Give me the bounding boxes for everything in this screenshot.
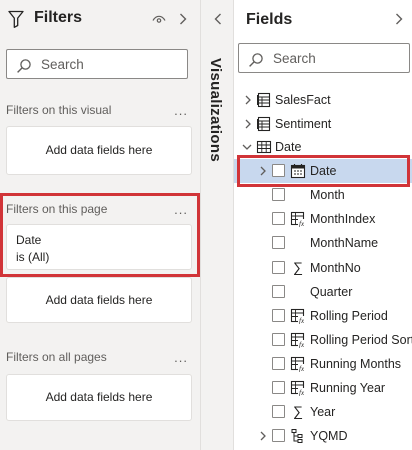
field-row-monthindex[interactable]: fx MonthIndex — [234, 207, 412, 231]
page-filter-card-date[interactable]: Date is (All) — [6, 224, 192, 270]
svg-text:fx: fx — [299, 317, 305, 324]
field-row-monthname[interactable]: MonthName — [234, 231, 412, 255]
table-icon — [256, 116, 272, 132]
svg-text:fx: fx — [299, 220, 305, 227]
filters-on-visual-drop-well[interactable]: Add data fields here — [6, 126, 192, 175]
collapse-fields-chevron-icon[interactable] — [394, 11, 404, 27]
calculated-column-icon: fx — [290, 308, 306, 324]
table-salesfact[interactable]: SalesFact — [234, 88, 412, 112]
table-sentiment[interactable]: Sentiment — [234, 112, 412, 136]
chevron-right-icon[interactable] — [258, 429, 268, 443]
filters-on-page-label: Filters on this page — [6, 202, 108, 216]
field-row-rolling-period-sort[interactable]: fx Rolling Period Sort — [234, 328, 412, 352]
field-checkbox[interactable] — [272, 357, 285, 370]
filters-on-visual-more-button[interactable]: ... — [174, 103, 188, 118]
calculated-column-icon: fx — [290, 211, 306, 227]
filters-on-all-pages-more-button[interactable]: ... — [174, 350, 188, 365]
field-checkbox[interactable] — [272, 429, 285, 442]
filter-funnel-icon — [8, 10, 24, 28]
visualizations-label[interactable]: Visualizations — [207, 58, 224, 162]
fields-search-placeholder: Search — [273, 51, 316, 66]
field-row-year[interactable]: ∑ Year — [234, 400, 412, 424]
filters-header: Filters — [8, 8, 192, 32]
filters-on-page-more-button[interactable]: ... — [174, 202, 188, 217]
field-checkbox[interactable] — [272, 261, 285, 274]
field-name: Rolling Period — [310, 309, 388, 323]
eye-icon[interactable] — [152, 12, 166, 26]
fields-pane: Fields Search SalesFact Sentiment Date D… — [234, 0, 412, 450]
field-checkbox[interactable] — [272, 212, 285, 225]
svg-text:fx: fx — [299, 389, 305, 396]
svg-text:fx: fx — [299, 365, 305, 372]
field-name: Running Year — [310, 381, 386, 395]
field-name: YQMD — [310, 429, 348, 443]
field-row-monthno[interactable]: ∑ MonthNo — [234, 256, 412, 280]
search-icon — [248, 52, 264, 68]
table-name: SalesFact — [275, 93, 331, 107]
filters-search-input[interactable]: Search — [6, 49, 188, 79]
field-row-rolling-period[interactable]: fx Rolling Period — [234, 304, 412, 328]
table-name: Date — [275, 140, 302, 154]
filter-card-value: is (All) — [16, 250, 50, 264]
field-checkbox[interactable] — [272, 236, 285, 249]
filters-pane: Filters Search Filters on this visual ..… — [0, 0, 201, 450]
collapse-filters-chevron-icon[interactable] — [178, 11, 188, 27]
field-checkbox[interactable] — [272, 309, 285, 322]
field-name: MonthIndex — [310, 212, 376, 226]
field-checkbox[interactable] — [272, 381, 285, 394]
filter-card-field: Date — [16, 233, 42, 247]
expand-visualizations-chevron-icon[interactable] — [213, 11, 223, 27]
field-row-running-year[interactable]: fx Running Year — [234, 376, 412, 400]
field-checkbox[interactable] — [272, 188, 285, 201]
chevron-down-icon[interactable] — [241, 140, 252, 154]
calculated-column-icon: fx — [290, 356, 306, 372]
filters-on-visual-label: Filters on this visual — [6, 103, 112, 117]
filters-on-page-drop-well[interactable]: Add data fields here — [6, 277, 192, 323]
calculated-column-icon: fx — [290, 332, 306, 348]
filters-on-all-pages-drop-well[interactable]: Add data fields here — [6, 374, 192, 421]
fields-search-input[interactable]: Search — [238, 43, 410, 73]
filters-title: Filters — [34, 9, 83, 26]
fields-title: Fields — [246, 11, 293, 28]
field-name: Month — [310, 188, 345, 202]
field-name: MonthNo — [310, 261, 361, 275]
field-checkbox[interactable] — [272, 333, 285, 346]
svg-text:fx: fx — [299, 341, 305, 348]
sigma-icon: ∑ — [293, 403, 303, 419]
table-icon — [256, 92, 272, 108]
table-grid-icon — [256, 139, 272, 155]
field-row-month[interactable]: Month — [234, 183, 412, 207]
field-row-yqmd[interactable]: YQMD — [234, 424, 412, 448]
chevron-right-icon[interactable] — [243, 93, 253, 107]
field-name: Rolling Period Sort — [310, 333, 412, 347]
field-name: Year — [310, 405, 336, 419]
field-checkbox[interactable] — [272, 405, 285, 418]
filters-on-all-pages-label: Filters on all pages — [6, 350, 107, 364]
field-checkbox[interactable] — [272, 285, 285, 298]
field-row-quarter[interactable]: Quarter — [234, 280, 412, 304]
visualizations-pane-collapsed[interactable]: Visualizations — [201, 0, 234, 450]
search-icon — [16, 58, 32, 74]
field-name: Running Months — [310, 357, 402, 371]
chevron-right-icon[interactable] — [243, 117, 253, 131]
table-name: Sentiment — [275, 117, 332, 131]
sigma-icon: ∑ — [293, 259, 303, 275]
field-name: MonthName — [310, 236, 379, 250]
field-row-running-months[interactable]: fx Running Months — [234, 352, 412, 376]
filters-search-placeholder: Search — [41, 57, 84, 72]
hierarchy-icon — [290, 428, 306, 444]
calculated-column-icon: fx — [290, 380, 306, 396]
field-name: Quarter — [310, 285, 353, 299]
